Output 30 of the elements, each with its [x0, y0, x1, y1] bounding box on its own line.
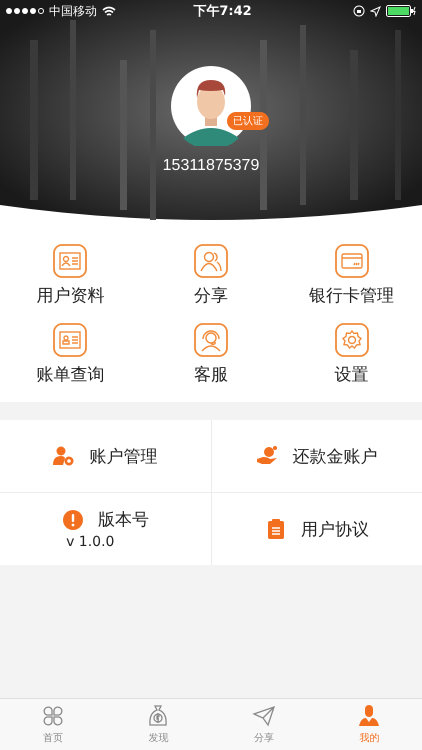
paper-plane-icon: [252, 704, 276, 728]
menu-item[interactable]: 用户协议: [212, 493, 422, 565]
alert-icon: [62, 508, 84, 530]
person-icon: [357, 704, 382, 728]
menu-item[interactable]: 用户资料: [0, 244, 141, 307]
carrier: 中国移动: [49, 2, 97, 20]
contact-card-icon: [53, 323, 88, 357]
menu-item[interactable]: 客服: [140, 323, 282, 386]
verified-badge: 已认证: [227, 112, 269, 130]
clover-icon: [40, 704, 65, 728]
menu-item[interactable]: 分享: [140, 244, 282, 307]
bank-card-icon: [334, 244, 369, 278]
phone-number: 15311875379: [162, 157, 260, 175]
user-gear-icon: [53, 445, 76, 467]
menu-item[interactable]: 银行卡管理: [281, 244, 422, 307]
coin-hand-icon: [256, 445, 278, 467]
people-icon: [194, 244, 228, 278]
battery-icon: [386, 5, 416, 17]
gear-icon: [334, 323, 369, 357]
id-card-icon: [53, 244, 88, 278]
menu-item[interactable]: 设置: [281, 323, 422, 386]
menu-item[interactable]: 账单查询: [0, 323, 141, 386]
menu-item[interactable]: 版本号 v 1.0.0: [0, 493, 210, 565]
wifi-icon: [102, 6, 116, 16]
headset-person-icon: [194, 323, 228, 357]
menu-item[interactable]: 还款金账户: [212, 420, 422, 492]
location-arrow-icon: [370, 6, 381, 16]
signal-icon: [6, 8, 44, 14]
clock: 下午7:42: [193, 3, 252, 20]
menu-item[interactable]: 账户管理: [0, 420, 210, 492]
